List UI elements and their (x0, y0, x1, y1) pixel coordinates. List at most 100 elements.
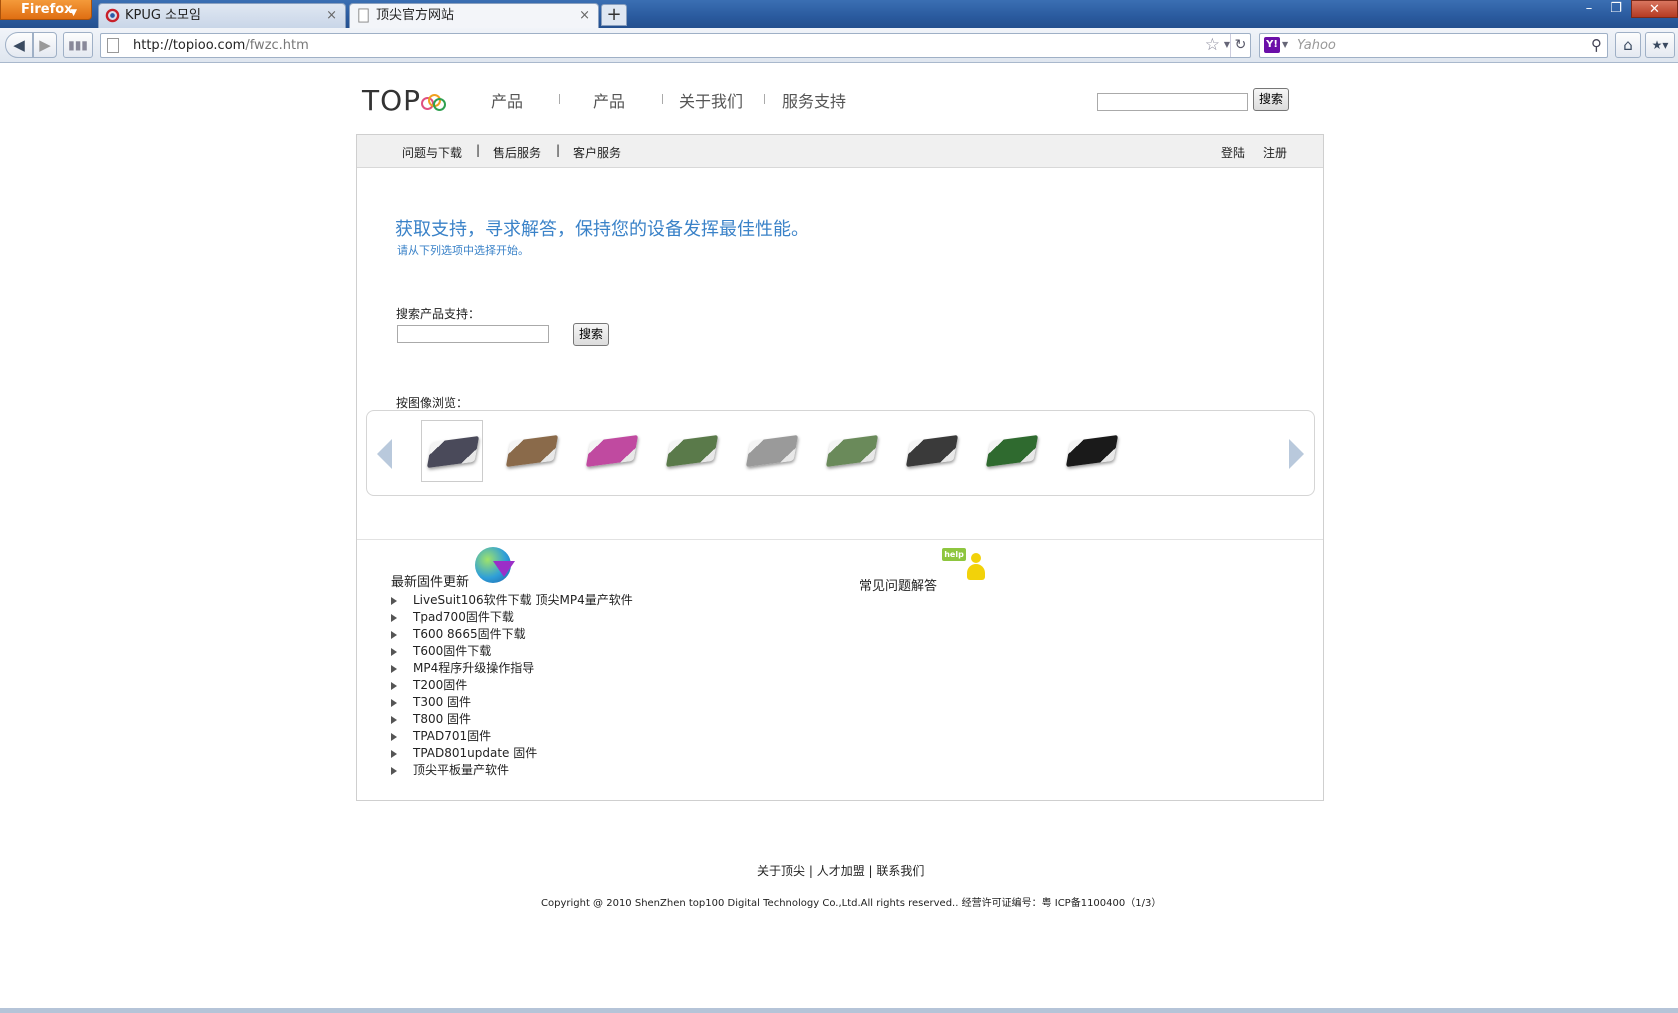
close-tab-icon[interactable]: × (326, 4, 337, 28)
support-panel: 问题与下载 | 售后服务 | 客户服务 登陆 注册 获取支持，寻求解答，保持您的… (356, 134, 1324, 801)
page-icon (107, 38, 119, 53)
product-carousel (366, 410, 1315, 496)
firmware-link[interactable]: T600 8665固件下载 (413, 627, 526, 641)
search-icon[interactable]: ⚲ (1591, 36, 1602, 54)
page-title: 获取支持，寻求解答，保持您的设备发挥最佳性能。 (395, 219, 809, 240)
url-text: http://topioo.com/fwzc.htm (133, 38, 309, 53)
minimize-button[interactable]: – (1575, 0, 1603, 18)
title-bar: Firefox ▼ KPUG 소모임 × 顶尖官方网站 × + – ❐ ✕ (0, 0, 1678, 28)
subnav-separator: | (476, 143, 481, 157)
firmware-list-item[interactable]: LiveSuit106软件下载 顶尖MP4量产软件 (391, 592, 633, 609)
product-thumbnail[interactable] (501, 420, 563, 482)
product-thumbnail[interactable] (821, 420, 883, 482)
firmware-list-item[interactable]: Tpad700固件下载 (391, 609, 633, 626)
product-thumbnail[interactable] (1061, 420, 1123, 482)
product-thumbnail[interactable] (981, 420, 1043, 482)
new-tab-button[interactable]: + (601, 4, 627, 26)
tablet-image-icon (665, 434, 719, 468)
firmware-link[interactable]: T300 固件 (413, 695, 471, 709)
reload-icon[interactable]: ↻ (1230, 34, 1250, 57)
firmware-link[interactable]: 顶尖平板量产软件 (413, 763, 509, 777)
tab-kpug[interactable]: KPUG 소모임 × (98, 3, 346, 28)
globe-download-icon (475, 547, 515, 583)
nav-item-products[interactable]: 产品 (491, 88, 523, 112)
kpug-favicon-icon (105, 8, 120, 23)
yahoo-engine-icon[interactable]: Y! (1264, 37, 1280, 53)
arrow-left-icon: ◀ (13, 36, 25, 54)
support-subnav: 问题与下载 | 售后服务 | 客户服务 登陆 注册 (357, 135, 1323, 168)
footer-link-contact[interactable]: 联系我们 (876, 864, 924, 878)
login-link[interactable]: 登陆 (1221, 144, 1245, 161)
product-thumbnail[interactable] (741, 420, 803, 482)
bullet-arrow-icon (391, 699, 397, 707)
firmware-list-item[interactable]: T800 固件 (391, 711, 633, 728)
footer-link-careers[interactable]: 人才加盟 (817, 864, 865, 878)
bullet-arrow-icon (391, 597, 397, 605)
footer-link-about[interactable]: 关于顶尖 (757, 864, 805, 878)
search-bar[interactable]: Y! ▼ Yahoo ⚲ (1259, 33, 1608, 58)
bullet-arrow-icon (391, 631, 397, 639)
bookmark-star-icon[interactable]: ☆ (1205, 35, 1220, 55)
close-tab-icon[interactable]: × (579, 4, 590, 28)
register-link[interactable]: 注册 (1263, 144, 1287, 161)
firmware-list-item[interactable]: 顶尖平板量产软件 (391, 762, 633, 779)
back-button[interactable]: ◀ (5, 32, 33, 58)
carousel-next-arrow-icon[interactable] (1289, 439, 1304, 469)
firmware-list-item[interactable]: MP4程序升级操作指导 (391, 660, 633, 677)
tab-topioo[interactable]: 顶尖官方网站 × (349, 3, 599, 28)
firmware-list-item[interactable]: T300 固件 (391, 694, 633, 711)
logo-text: TOP (362, 84, 422, 117)
product-search-input[interactable] (397, 325, 549, 343)
product-thumbnail[interactable] (421, 420, 483, 482)
tablet-image-icon (1065, 434, 1119, 468)
nav-item-service-support[interactable]: 服务支持 (782, 88, 846, 112)
firmware-list-item[interactable]: TPAD801update 固件 (391, 745, 633, 762)
site-search-input[interactable] (1097, 93, 1248, 111)
firmware-link[interactable]: T200固件 (413, 678, 467, 692)
bullet-arrow-icon (391, 750, 397, 758)
bullet-arrow-icon (391, 767, 397, 775)
product-thumbnail[interactable] (581, 420, 643, 482)
browse-by-image-label: 按图像浏览： (396, 396, 469, 410)
firmware-link[interactable]: T800 固件 (413, 712, 471, 726)
firmware-link[interactable]: LiveSuit106软件下载 顶尖MP4量产软件 (413, 593, 633, 607)
product-search-button[interactable]: 搜索 (573, 323, 609, 346)
copyright-text: Copyright @ 2010 ShenZhen top100 Digital… (541, 898, 1162, 909)
firmware-link[interactable]: TPAD801update 固件 (413, 746, 537, 760)
address-bar[interactable]: http://topioo.com/fwzc.htm ☆ ▼ ↻ (100, 33, 1251, 58)
firmware-link[interactable]: MP4程序升级操作指导 (413, 661, 534, 675)
firmware-link[interactable]: Tpad700固件下载 (413, 610, 514, 624)
tab-title: 顶尖官方网站 (376, 8, 455, 23)
nav-item-about-us[interactable]: 关于我们 (679, 88, 743, 112)
bullet-arrow-icon (391, 665, 397, 673)
maximize-button[interactable]: ❐ (1602, 0, 1630, 18)
home-button[interactable]: ⌂ (1615, 32, 1641, 58)
subnav-item-after-sales[interactable]: 售后服务 (493, 144, 541, 161)
home-icon: ⌂ (1623, 36, 1633, 54)
history-button[interactable]: ▮▮▮ (63, 32, 93, 58)
firmware-list-item[interactable]: T200固件 (391, 677, 633, 694)
faq-section-title[interactable]: 常见问题解答 (859, 575, 937, 594)
firefox-menu-button[interactable]: Firefox ▼ (0, 0, 92, 20)
firmware-section-title: 最新固件更新 (391, 575, 470, 590)
firmware-list: LiveSuit106软件下载 顶尖MP4量产软件 Tpad700固件下载 T600… (391, 592, 633, 779)
site-logo[interactable]: TOP (362, 84, 447, 117)
bullet-arrow-icon (391, 733, 397, 741)
nav-item-products-2[interactable]: 产品 (593, 88, 625, 112)
product-thumbnail[interactable] (661, 420, 723, 482)
product-thumbnail[interactable] (901, 420, 963, 482)
firmware-list-item[interactable]: T600固件下载 (391, 643, 633, 660)
firmware-list-item[interactable]: TPAD701固件 (391, 728, 633, 745)
subnav-item-faq-download[interactable]: 问题与下载 (402, 144, 462, 161)
firmware-link[interactable]: T600固件下载 (413, 644, 491, 658)
subnav-item-customer-service[interactable]: 客户服务 (573, 144, 621, 161)
engine-dropdown-icon[interactable]: ▼ (1282, 40, 1288, 49)
close-window-button[interactable]: ✕ (1631, 0, 1678, 18)
forward-button[interactable]: ▶ (33, 32, 57, 58)
bookmarks-button[interactable]: ★▾ (1645, 32, 1675, 58)
site-search-button[interactable]: 搜索 (1253, 88, 1289, 111)
firefox-menu-label: Firefox (21, 2, 73, 17)
carousel-prev-arrow-icon[interactable] (377, 439, 392, 469)
firmware-list-item[interactable]: T600 8665固件下载 (391, 626, 633, 643)
firmware-link[interactable]: TPAD701固件 (413, 729, 491, 743)
